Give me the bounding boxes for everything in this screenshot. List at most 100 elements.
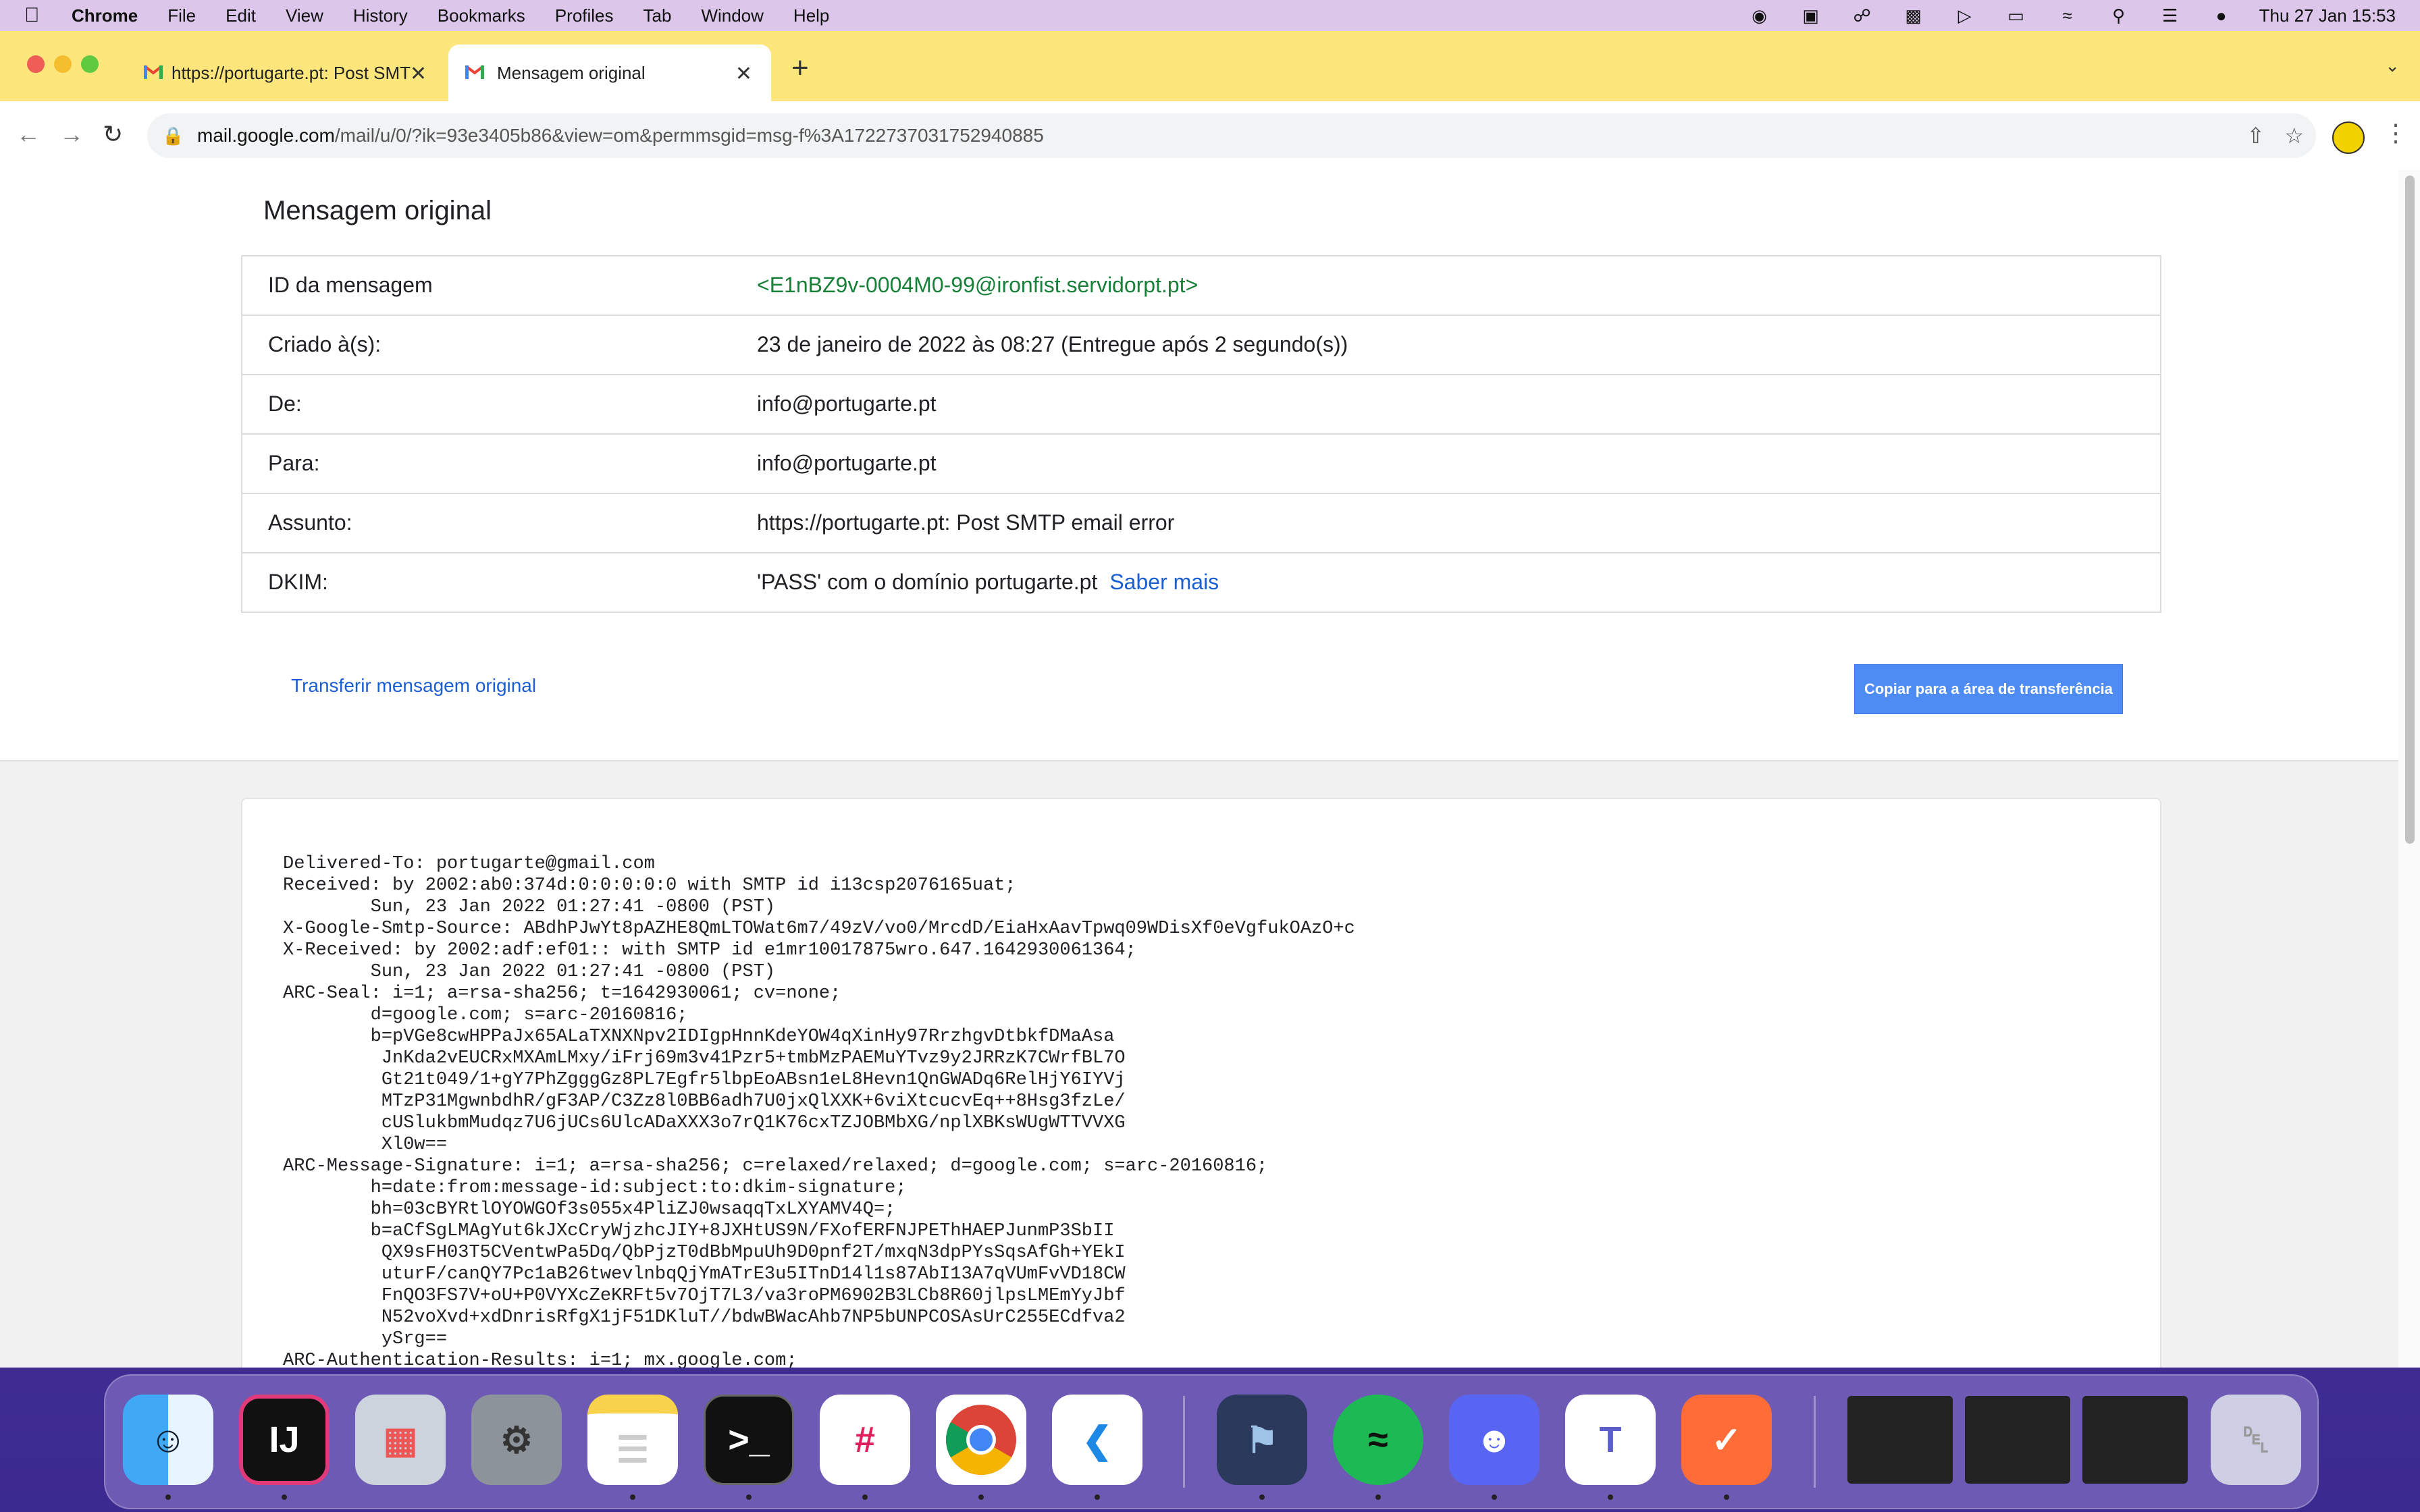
header-row: Criado à(s): 23 de janeiro de 2022 às 08… — [242, 315, 2160, 374]
dock: ☺ IJ ▦ ⚙ ☰ >_ # ❮ ⚑ ≈ ☻ T ✓ ␡ — [104, 1374, 2319, 1509]
screen-icon[interactable]: ▣ — [1800, 5, 1822, 26]
status-area: ◉ ▣ ☍ ▩ ▷ ▭ ≈ ⚲ ☰ ● Thu 27 Jan 15:53 — [1719, 0, 2396, 31]
new-tab-icon[interactable]: + — [791, 51, 809, 85]
menu-bar:  Chrome File Edit View History Bookmark… — [0, 0, 2420, 31]
tab-title: Mensagem original — [497, 62, 646, 83]
raw-message-card: Delivered-To: portugarte@gmail.com Recei… — [241, 798, 2161, 1368]
header-key: Para: — [268, 451, 320, 475]
mysql-workbench-icon[interactable]: ⚑ — [1217, 1395, 1307, 1485]
vscode-icon[interactable]: ❮ — [1052, 1395, 1142, 1485]
clock[interactable]: Thu 27 Jan 15:53 — [2259, 5, 2396, 26]
close-window-button[interactable] — [27, 55, 45, 73]
header-row: DKIM: 'PASS' com o domínio portugarte.pt… — [242, 552, 2160, 612]
browser-toolbar: ← → ↻ 🔒 mail.google.com/mail/u/0/?ik=93e… — [0, 101, 2420, 171]
launchpad-icon[interactable]: ▦ — [355, 1395, 446, 1485]
spotify-icon[interactable]: ≈ — [1333, 1395, 1423, 1485]
terminal-icon[interactable]: >_ — [704, 1395, 794, 1485]
wifi-icon[interactable]: ≈ — [2057, 5, 2078, 26]
running-indicator — [1608, 1494, 1613, 1500]
header-value: info@portugarte.pt — [757, 392, 937, 416]
menu-bookmarks[interactable]: Bookmarks — [438, 5, 525, 26]
postman-icon[interactable]: ✓ — [1681, 1395, 1772, 1485]
search-icon[interactable]: ⚲ — [2108, 5, 2130, 26]
gmail-icon — [143, 65, 163, 79]
display-icon[interactable]: ▩ — [1903, 5, 1924, 26]
header-key: De: — [268, 392, 302, 416]
chevron-down-icon[interactable]: ⌄ — [2385, 55, 2400, 76]
system-preferences-icon[interactable]: ⚙ — [471, 1395, 562, 1485]
record-icon[interactable]: ◉ — [1749, 5, 1770, 26]
url-text[interactable]: mail.google.com/mail/u/0/?ik=93e3405b86&… — [197, 125, 1044, 146]
control-center-icon[interactable]: ☰ — [2159, 5, 2181, 26]
menu-tab[interactable]: Tab — [643, 5, 672, 26]
header-row: ID da mensagem <E1nBZ9v-0004M0-99@ironfi… — [242, 256, 2160, 315]
forward-icon[interactable]: → — [59, 120, 84, 148]
share-icon[interactable]: ⇧ — [2246, 123, 2265, 148]
message-headers-table: ID da mensagem <E1nBZ9v-0004M0-99@ironfi… — [241, 255, 2161, 613]
menu-file[interactable]: File — [167, 5, 196, 26]
menu-history[interactable]: History — [353, 5, 408, 26]
address-bar[interactable]: 🔒 mail.google.com/mail/u/0/?ik=93e3405b8… — [147, 113, 2316, 158]
minimize-window-button[interactable] — [54, 55, 72, 73]
tab-mensagem-original[interactable]: Mensagem original ✕ — [448, 45, 771, 101]
menu-app-name[interactable]: Chrome — [72, 5, 138, 26]
lock-icon[interactable]: 🔒 — [162, 126, 184, 146]
trash-icon[interactable]: ␡ — [2211, 1395, 2301, 1485]
header-row: De: info@portugarte.pt — [242, 374, 2160, 433]
header-key: DKIM: — [268, 570, 328, 594]
tab-title: https://portugarte.pt: Post SMT — [172, 62, 411, 83]
menu-window[interactable]: Window — [701, 5, 763, 26]
back-icon[interactable]: ← — [16, 120, 41, 148]
minimized-window-spotify[interactable] — [1847, 1396, 1953, 1484]
tab-strip: https://portugarte.pt: Post SMT ✕ Mensag… — [0, 31, 2420, 101]
battery-icon[interactable]: ▭ — [2005, 5, 2027, 26]
close-tab-icon[interactable]: ✕ — [410, 62, 427, 86]
running-indicator — [862, 1494, 868, 1500]
running-indicator — [282, 1494, 287, 1500]
page-title: Mensagem original — [263, 196, 492, 225]
headphones-icon[interactable]: ☍ — [1851, 5, 1873, 26]
copy-to-clipboard-button[interactable]: Copiar para a área de transferência — [1854, 664, 2123, 714]
running-indicator — [1095, 1494, 1100, 1500]
browser-window: https://portugarte.pt: Post SMT ✕ Mensag… — [0, 31, 2420, 1368]
close-tab-icon[interactable]: ✕ — [735, 62, 752, 86]
play-icon[interactable]: ▷ — [1954, 5, 1976, 26]
zoom-window-button[interactable] — [81, 55, 99, 73]
scrollbar-thumb[interactable] — [2405, 176, 2415, 844]
menu-edit[interactable]: Edit — [226, 5, 256, 26]
chrome-icon[interactable] — [936, 1395, 1026, 1485]
learn-more-link[interactable]: Saber mais — [1109, 570, 1219, 594]
finder-icon[interactable]: ☺ — [123, 1395, 213, 1485]
header-value: https://portugarte.pt: Post SMTP email e… — [757, 510, 1175, 535]
apple-icon[interactable]:  — [24, 4, 51, 27]
minimized-window-slack[interactable] — [2082, 1396, 2188, 1484]
header-value: 23 de janeiro de 2022 às 08:27 (Entregue… — [757, 332, 1348, 356]
chrome-logo-icon — [946, 1405, 1016, 1475]
header-row: Para: info@portugarte.pt — [242, 433, 2160, 493]
header-key: ID da mensagem — [268, 273, 433, 297]
raw-message-area: Delivered-To: portugarte@gmail.com Recei… — [0, 760, 2398, 1368]
profile-avatar[interactable] — [2332, 122, 2365, 154]
header-row: Assunto: https://portugarte.pt: Post SMT… — [242, 493, 2160, 552]
scrollbar[interactable] — [2398, 170, 2420, 1368]
header-key: Criado à(s): — [268, 332, 382, 356]
running-indicator — [630, 1494, 635, 1500]
tab-post-smtp[interactable]: https://portugarte.pt: Post SMT ✕ — [108, 45, 446, 101]
discord-icon[interactable]: ☻ — [1449, 1395, 1540, 1485]
menu-help[interactable]: Help — [793, 5, 829, 26]
minimized-window-discord[interactable] — [1965, 1396, 2070, 1484]
teams-icon[interactable]: T — [1565, 1395, 1656, 1485]
more-icon[interactable]: ⋮ — [2384, 119, 2408, 147]
raw-message-text[interactable]: Delivered-To: portugarte@gmail.com Recei… — [283, 853, 1355, 1368]
running-indicator — [1724, 1494, 1729, 1500]
siri-icon[interactable]: ● — [2211, 5, 2232, 26]
reload-icon[interactable]: ↻ — [103, 120, 123, 148]
slack-icon[interactable]: # — [820, 1395, 910, 1485]
download-original-link[interactable]: Transferir mensagem original — [291, 675, 536, 697]
intellij-idea-icon[interactable]: IJ — [239, 1395, 330, 1485]
notes-icon[interactable]: ☰ — [587, 1395, 678, 1485]
star-icon[interactable]: ☆ — [2284, 123, 2304, 148]
menu-profiles[interactable]: Profiles — [555, 5, 614, 26]
message-id-value: <E1nBZ9v-0004M0-99@ironfist.servidorpt.p… — [757, 273, 1199, 297]
menu-view[interactable]: View — [286, 5, 323, 26]
